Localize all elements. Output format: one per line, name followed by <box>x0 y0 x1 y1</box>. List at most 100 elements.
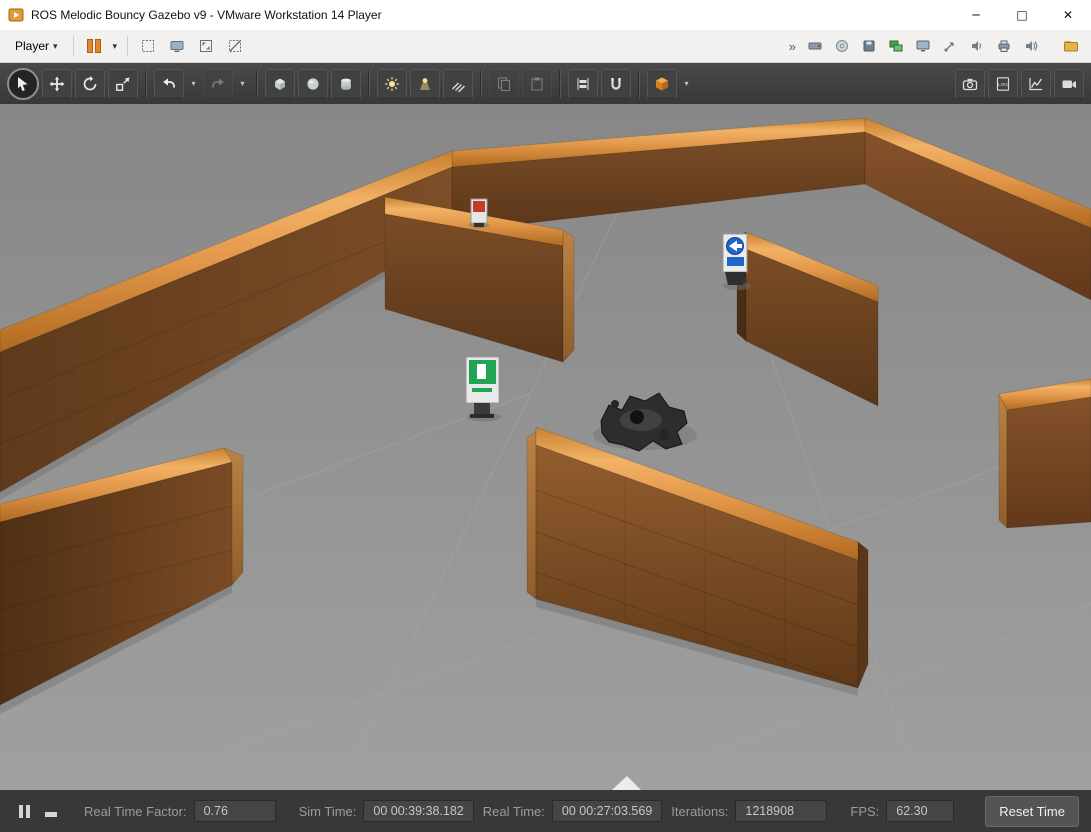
printer-device-button[interactable] <box>992 34 1016 58</box>
view-angle-dropdown[interactable]: ▾ <box>680 69 693 99</box>
unity-mode-button[interactable] <box>223 34 247 58</box>
toolbar-separator <box>368 70 370 98</box>
redo-history-dropdown[interactable]: ▾ <box>236 69 249 99</box>
redo-button[interactable] <box>203 69 233 99</box>
directional-light-button[interactable] <box>443 69 473 99</box>
toolbar-separator <box>145 70 147 98</box>
real-time-factor-field: Real Time Factor: 0.76 <box>84 800 276 822</box>
close-button[interactable]: ✕ <box>1045 0 1091 30</box>
grab-input-icon <box>140 38 156 54</box>
gazebo-3d-viewport[interactable] <box>0 104 1091 790</box>
camera-icon <box>962 76 978 92</box>
rotate-icon <box>82 76 98 92</box>
screenshot-button[interactable] <box>955 69 985 99</box>
grab-input-button[interactable] <box>136 34 160 58</box>
sim-time-value: 00 00:39:38.182 <box>363 800 473 822</box>
rotate-tool-button[interactable] <box>75 69 105 99</box>
floppy-icon <box>861 38 877 54</box>
gazebo-toolbar-right: LOG <box>955 69 1084 99</box>
view-cube-icon <box>654 76 670 92</box>
titlebar: ROS Melodic Bouncy Gazebo v9 - VMware Wo… <box>0 0 1091 30</box>
snap-tool-button[interactable] <box>601 69 631 99</box>
pause-vm-button[interactable] <box>82 34 106 58</box>
box-icon <box>272 76 288 92</box>
vmware-toolbar: Player ▾ ▾ » <box>0 30 1091 63</box>
real-time-field: Real Time: 00 00:27:03.569 <box>483 800 663 822</box>
sim-step-button[interactable] <box>45 812 57 817</box>
sphere-icon <box>305 76 321 92</box>
window-controls: ─ □ ✕ <box>953 0 1091 30</box>
cdrom-device-button[interactable] <box>830 34 854 58</box>
real-time-label: Real Time: <box>483 804 545 819</box>
video-record-button[interactable] <box>1054 69 1084 99</box>
speaker-icon <box>1023 38 1039 54</box>
fullscreen-button[interactable] <box>194 34 218 58</box>
point-light-button[interactable] <box>377 69 407 99</box>
vm-device-icons: » <box>785 34 1083 58</box>
maximize-button[interactable]: □ <box>999 0 1045 30</box>
plot-button[interactable] <box>1021 69 1051 99</box>
keyboard-icon <box>169 38 185 54</box>
scale-icon <box>115 76 131 92</box>
redo-icon <box>210 76 226 92</box>
pause-options-dropdown[interactable]: ▾ <box>111 39 120 54</box>
network-device-button[interactable] <box>884 34 908 58</box>
pause-icon <box>87 39 101 53</box>
undo-history-dropdown[interactable]: ▾ <box>187 69 200 99</box>
log-record-button[interactable]: LOG <box>988 69 1018 99</box>
red-sign[interactable] <box>469 199 489 228</box>
toolbar-separator <box>127 36 128 56</box>
align-tool-button[interactable] <box>568 69 598 99</box>
copy-button[interactable] <box>489 69 519 99</box>
display-icon <box>915 38 931 54</box>
gazebo-toolbar: ▾ ▾ <box>0 63 1091 104</box>
ctrl-alt-del-button[interactable] <box>165 34 189 58</box>
gazebo-statusbar: Real Time Factor: 0.76 Sim Time: 00 00:3… <box>0 790 1091 832</box>
library-button[interactable] <box>1059 34 1083 58</box>
translate-tool-button[interactable] <box>42 69 72 99</box>
iterations-value: 1218908 <box>735 800 827 822</box>
floppy-device-button[interactable] <box>857 34 881 58</box>
window-title: ROS Melodic Bouncy Gazebo v9 - VMware Wo… <box>31 8 382 22</box>
fps-label: FPS: <box>850 804 879 819</box>
library-icon <box>1063 38 1079 54</box>
sound-device-button[interactable] <box>965 34 989 58</box>
paste-icon <box>529 76 545 92</box>
spot-light-button[interactable] <box>410 69 440 99</box>
insert-cylinder-button[interactable] <box>331 69 361 99</box>
undo-button[interactable] <box>154 69 184 99</box>
speaker-icon <box>969 38 985 54</box>
vmware-player-window: ROS Melodic Bouncy Gazebo v9 - VMware Wo… <box>0 0 1091 832</box>
cd-icon <box>834 38 850 54</box>
insert-sphere-button[interactable] <box>298 69 328 99</box>
toolbar-separator <box>638 70 640 98</box>
display-device-button[interactable] <box>911 34 935 58</box>
wall-right-lower[interactable] <box>999 379 1091 528</box>
scale-tool-button[interactable] <box>108 69 138 99</box>
spot-light-icon <box>417 76 433 92</box>
video-camera-icon <box>1061 76 1077 92</box>
minimize-button[interactable]: ─ <box>953 0 999 30</box>
network-icon <box>888 38 904 54</box>
paste-button[interactable] <box>522 69 552 99</box>
usb-device-button[interactable] <box>938 34 962 58</box>
sound-level-device-button[interactable] <box>1019 34 1043 58</box>
view-angle-button[interactable] <box>647 69 677 99</box>
unity-mode-icon <box>227 38 243 54</box>
toolbar-separator <box>256 70 258 98</box>
select-arrow-icon <box>15 76 31 92</box>
expand-toolbar-button[interactable]: » <box>785 39 800 54</box>
sim-pause-button[interactable] <box>12 799 36 823</box>
player-menu[interactable]: Player ▾ <box>8 35 65 57</box>
printer-icon <box>996 38 1012 54</box>
insert-box-button[interactable] <box>265 69 295 99</box>
reset-time-button[interactable]: Reset Time <box>985 796 1079 827</box>
sun-icon <box>384 76 400 92</box>
hard-disk-device-button[interactable] <box>803 34 827 58</box>
copy-icon <box>496 76 512 92</box>
toolbar-separator <box>559 70 561 98</box>
translate-icon <box>49 76 65 92</box>
real-time-value: 00 00:27:03.569 <box>552 800 662 822</box>
select-tool-button[interactable] <box>7 68 39 100</box>
scene-canvas[interactable] <box>0 104 1091 790</box>
